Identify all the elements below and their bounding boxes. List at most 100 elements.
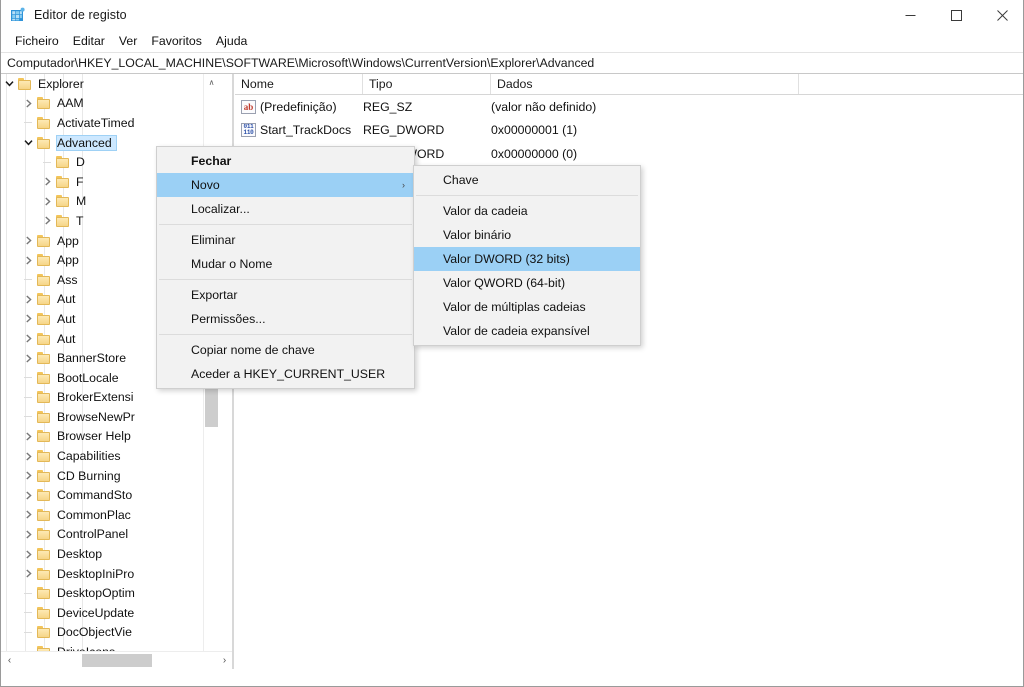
chevron-right-icon[interactable] <box>20 485 36 505</box>
tree-item-label: BannerStore <box>57 351 127 366</box>
tree-item-label: Aut <box>57 292 76 307</box>
submenu-item[interactable]: Valor de múltiplas cadeias <box>414 295 640 319</box>
column-header-dados[interactable]: Dados <box>491 74 799 94</box>
tree-item[interactable]: CD Burning <box>1 466 218 486</box>
tree-item-label: DesktopIniPro <box>57 566 135 581</box>
minimize-button[interactable] <box>887 0 933 31</box>
folder-icon <box>36 606 52 620</box>
chevron-right-icon[interactable] <box>20 231 36 251</box>
tree-item[interactable]: CommonPlac <box>1 505 218 525</box>
address-bar[interactable]: Computador\HKEY_LOCAL_MACHINE\SOFTWARE\M… <box>1 52 1023 74</box>
registry-value-row[interactable]: ab (Predefinição) REG_SZ (valor não definid… <box>235 95 1023 119</box>
chevron-right-icon[interactable] <box>20 290 36 310</box>
chevron-right-icon[interactable] <box>20 466 36 486</box>
folder-icon <box>55 155 71 169</box>
scroll-right-arrow[interactable]: › <box>216 652 233 669</box>
menu-ficheiro[interactable]: Ficheiro <box>8 32 66 51</box>
context-menu-item[interactable]: Permissões... <box>157 307 414 331</box>
tree-item[interactable]: Desktop <box>1 544 218 564</box>
column-header-tipo[interactable]: Tipo <box>363 74 491 94</box>
tree-item[interactable]: ActivateTimed <box>1 113 218 133</box>
folder-icon <box>36 429 52 443</box>
folder-icon <box>36 410 52 424</box>
submenu-item[interactable]: Valor de cadeia expansível <box>414 319 640 343</box>
tree-item-label: CommandSto <box>57 488 133 503</box>
tree-item[interactable]: AAM <box>1 94 218 114</box>
submenu-item[interactable]: Valor DWORD (32 bits) <box>414 247 640 271</box>
chevron-right-icon[interactable] <box>20 427 36 447</box>
folder-icon <box>17 77 33 91</box>
h-scroll-thumb[interactable] <box>82 654 152 667</box>
tree-item[interactable]: DesktopIniPro <box>1 564 218 584</box>
menu-ver[interactable]: Ver <box>112 32 144 51</box>
tree-item[interactable]: BrokerExtensi <box>1 388 218 408</box>
tree-item[interactable]: DocObjectVie <box>1 623 218 643</box>
submenu-item[interactable]: Chave <box>414 168 640 192</box>
maximize-button[interactable] <box>933 0 979 31</box>
tree-item[interactable]: Capabilities <box>1 446 218 466</box>
submenu-item[interactable]: Valor da cadeia <box>414 199 640 223</box>
menu-favoritos[interactable]: Favoritos <box>144 32 209 51</box>
tree-item[interactable]: CommandSto <box>1 485 218 505</box>
context-menu-item[interactable]: Novo › <box>157 173 414 197</box>
tree-item-label: Browser Help <box>57 429 131 444</box>
folder-icon <box>55 194 71 208</box>
menu-separator <box>159 279 412 280</box>
tree-item-label: App <box>57 233 79 248</box>
chevron-right-icon[interactable] <box>39 172 55 192</box>
context-menu-item[interactable]: Mudar o Nome <box>157 252 414 276</box>
tree-item[interactable]: Explorer <box>1 74 218 94</box>
registry-value-row[interactable]: 011 110 Start_TrackDocs REG_DWORD 0x00000001… <box>235 119 1023 143</box>
folder-icon <box>36 96 52 110</box>
tree-item-label: BootLocale <box>57 370 119 385</box>
tree-leaf-connector <box>20 388 36 408</box>
chevron-down-icon[interactable] <box>1 74 17 94</box>
tree-horizontal-scrollbar[interactable]: ‹ › <box>1 651 233 669</box>
menu-ajuda[interactable]: Ajuda <box>209 32 254 51</box>
chevron-right-icon[interactable] <box>20 250 36 270</box>
chevron-right-icon[interactable] <box>39 211 55 231</box>
chevron-down-icon[interactable] <box>20 133 36 153</box>
column-header-nome[interactable]: Nome <box>235 74 363 94</box>
folder-icon <box>36 586 52 600</box>
menu-editar[interactable]: Editar <box>66 32 112 51</box>
chevron-right-icon[interactable] <box>20 348 36 368</box>
folder-icon <box>36 116 52 130</box>
context-menu-item[interactable]: Eliminar <box>157 228 414 252</box>
scroll-up-arrow[interactable]: ∧ <box>204 74 219 91</box>
chevron-right-icon[interactable] <box>20 564 36 584</box>
tree-item[interactable]: ControlPanel <box>1 525 218 545</box>
chevron-right-icon[interactable] <box>20 525 36 545</box>
context-menu-item[interactable]: Fechar <box>157 149 414 173</box>
chevron-right-icon[interactable] <box>20 94 36 114</box>
folder-icon <box>36 292 52 306</box>
context-menu-item[interactable]: Copiar nome de chave <box>157 338 414 362</box>
tree-item-label: Aut <box>57 331 76 346</box>
chevron-right-icon[interactable] <box>20 544 36 564</box>
context-menu-item[interactable]: Aceder a HKEY_CURRENT_USER <box>157 362 414 386</box>
context-menu-item-label: Aceder a HKEY_CURRENT_USER <box>191 367 386 381</box>
context-menu-item[interactable]: Exportar <box>157 283 414 307</box>
tree-item-label: App <box>57 253 79 268</box>
chevron-right-icon[interactable] <box>20 505 36 525</box>
tree-item[interactable]: DesktopOptim <box>1 583 218 603</box>
submenu-item[interactable]: Valor binário <box>414 223 640 247</box>
close-button[interactable] <box>979 0 1023 31</box>
chevron-right-icon[interactable] <box>20 329 36 349</box>
tree-item[interactable]: Browser Help <box>1 427 218 447</box>
tree-item[interactable]: BrowseNewPr <box>1 407 218 427</box>
h-scroll-track[interactable] <box>18 652 216 669</box>
context-menu-item-label: Permissões... <box>191 312 266 326</box>
scroll-left-arrow[interactable]: ‹ <box>1 652 18 669</box>
chevron-right-icon[interactable] <box>39 192 55 212</box>
context-menu-item-label: Mudar o Nome <box>191 257 273 271</box>
context-menu-item-label: Fechar <box>191 154 232 168</box>
chevron-right-icon[interactable] <box>20 309 36 329</box>
tree-item[interactable]: DeviceUpdate <box>1 603 218 623</box>
context-menu-item-label: Localizar... <box>191 202 250 216</box>
tree-item-label: F <box>76 174 84 189</box>
submenu-item[interactable]: Valor QWORD (64-bit) <box>414 271 640 295</box>
chevron-right-icon[interactable] <box>20 446 36 466</box>
folder-icon <box>36 312 52 326</box>
context-menu-item[interactable]: Localizar... <box>157 197 414 221</box>
